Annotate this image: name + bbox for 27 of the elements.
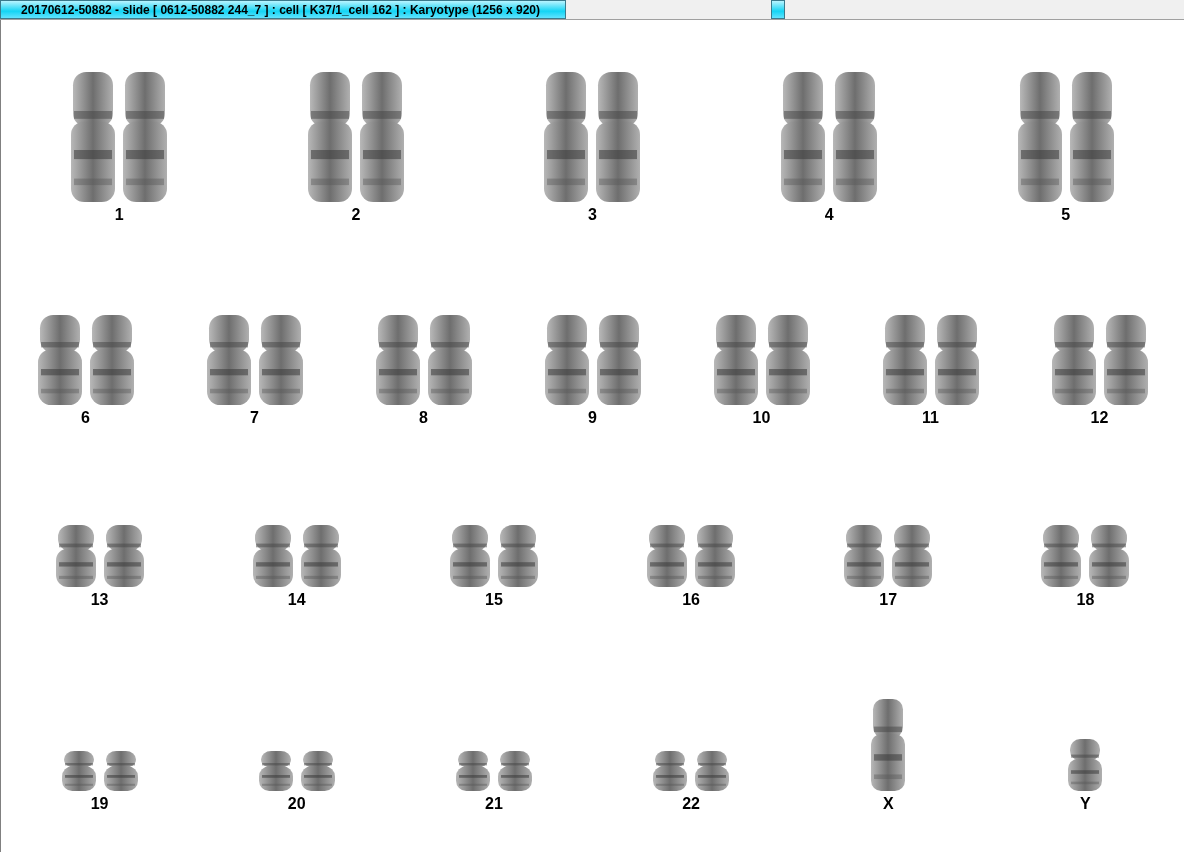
chromosome-label: 8 (419, 409, 428, 427)
chromosome-label: 11 (922, 409, 939, 427)
chromosome-label: X (882, 795, 894, 813)
chromosome-label: 21 (485, 795, 503, 813)
chromosome-label: 1 (114, 206, 124, 224)
chromosome-label: 2 (351, 206, 361, 224)
chromosome-label: 20 (287, 795, 306, 813)
chromosome-drawing (1068, 739, 1103, 791)
chromosome-label: 17 (879, 591, 898, 609)
window-title: 20170612-50882 - slide [ 0612-50882 244_7 ] : cell [ K37/1_cell 162 ] : Karyotype (1256 x 920) (0, 0, 566, 19)
chromosome-label: 5 (1061, 206, 1071, 224)
chromosome-label: 9 (588, 409, 597, 427)
chromosome-label: 4 (824, 206, 834, 224)
chromosome-label: 12 (1090, 409, 1109, 427)
window-tab-handle[interactable] (771, 0, 785, 19)
chromosome-label: Y (1080, 795, 1091, 813)
chromosome-label: 13 (90, 591, 109, 609)
chromosome-label: 10 (752, 409, 771, 427)
chromosome-label: 19 (90, 795, 109, 813)
chromosome-label: 3 (588, 206, 597, 224)
chromosome-label: 22 (682, 795, 700, 813)
chromosome-label: 18 (1076, 591, 1095, 609)
chromosome-label: 6 (81, 409, 90, 427)
chromosome-label: 15 (485, 591, 503, 609)
chromosome-label: 16 (682, 591, 700, 609)
chromosome-label: 14 (287, 591, 306, 609)
chromosome-label: 7 (250, 409, 259, 427)
